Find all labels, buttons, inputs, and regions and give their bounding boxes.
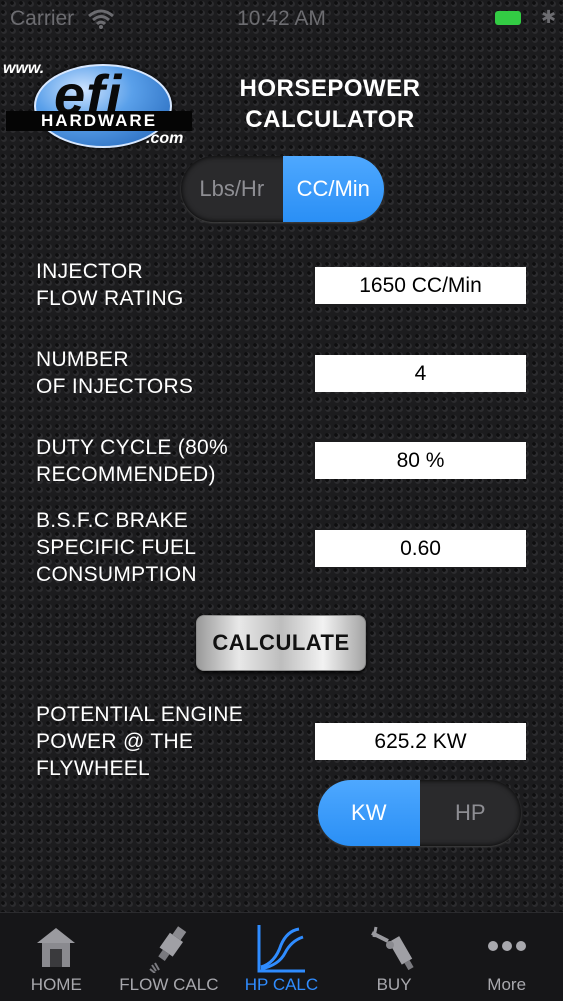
battery-icon bbox=[495, 11, 521, 25]
unit-option-lbs-hr[interactable]: Lbs/Hr bbox=[181, 156, 283, 222]
injector-icon bbox=[149, 926, 187, 973]
number-of-injectors-input[interactable] bbox=[315, 355, 526, 392]
tab-more-label: More bbox=[487, 975, 527, 994]
tab-home[interactable]: HOME bbox=[0, 913, 113, 1001]
clock: 10:42 AM bbox=[237, 7, 326, 30]
power-option-kw[interactable]: KW bbox=[318, 780, 420, 846]
unit-option-cc-min[interactable]: CC/Min bbox=[282, 156, 384, 222]
injector-flow-rating-input[interactable] bbox=[315, 267, 526, 304]
bsfc-input[interactable] bbox=[315, 530, 526, 567]
parts-icon bbox=[371, 926, 414, 971]
injector-flow-rating-label: INJECTOR FLOW RATING bbox=[36, 260, 184, 310]
house-icon bbox=[37, 928, 76, 967]
tab-buy[interactable]: BUY bbox=[338, 913, 451, 1001]
logo-hardware: HARDWARE bbox=[40, 111, 158, 130]
bsfc-label: B.S.F.C BRAKE SPECIFIC FUEL CONSUMPTION bbox=[36, 509, 197, 586]
calculate-button[interactable]: CALCULATE bbox=[196, 615, 366, 671]
duty-cycle-input[interactable] bbox=[315, 442, 526, 479]
number-of-injectors-label: NUMBER OF INJECTORS bbox=[36, 348, 194, 398]
tab-buy-label: BUY bbox=[376, 975, 412, 994]
tab-home-label: HOME bbox=[30, 975, 82, 994]
page-title: HORSEPOWER CALCULATOR bbox=[239, 75, 421, 133]
power-option-hp[interactable]: HP bbox=[420, 780, 522, 846]
tab-more[interactable]: More bbox=[450, 913, 563, 1001]
efi-hardware-logo: www. efi HARDWARE .com bbox=[0, 56, 200, 156]
duty-cycle-label: DUTY CYCLE (80% RECOMMENDED) bbox=[36, 436, 229, 486]
tab-bar: HOME FLOW CALC HP CALC BUY More bbox=[0, 912, 563, 1001]
tab-hp-calc-label: HP CALC bbox=[244, 975, 319, 994]
bluetooth-icon: ✱ bbox=[541, 7, 557, 27]
graph-icon bbox=[257, 925, 306, 973]
power-unit-toggle: KW HP bbox=[318, 780, 521, 846]
engine-power-output[interactable] bbox=[315, 723, 526, 760]
tab-hp-calc[interactable]: HP CALC bbox=[225, 913, 338, 1001]
status-bar: Carrier 10:42 AM ✱ bbox=[0, 0, 563, 38]
tab-flow-calc[interactable]: FLOW CALC bbox=[113, 913, 226, 1001]
potential-engine-power-label: POTENTIAL ENGINE POWER @ THE FLYWHEEL bbox=[36, 703, 244, 780]
logo-com: .com bbox=[146, 130, 184, 147]
unit-toggle: Lbs/Hr CC/Min bbox=[181, 156, 384, 222]
logo-www: www. bbox=[3, 60, 45, 77]
more-dots-icon bbox=[487, 941, 526, 951]
tab-flow-calc-label: FLOW CALC bbox=[119, 975, 219, 994]
